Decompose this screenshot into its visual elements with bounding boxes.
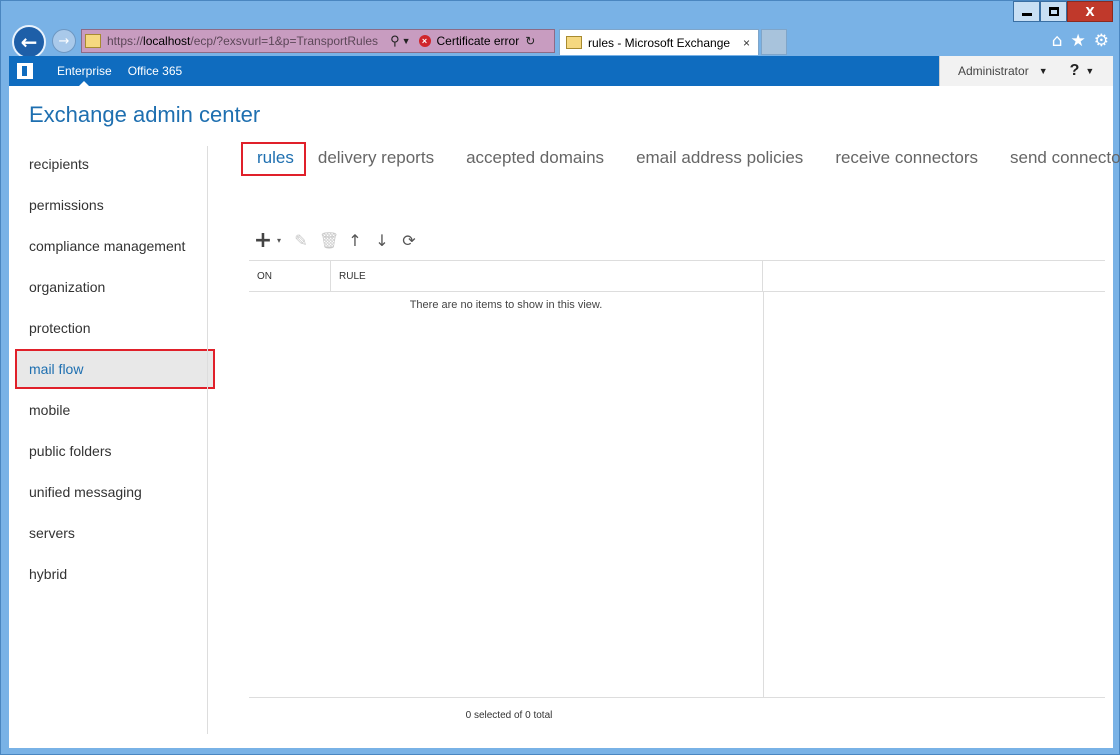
tab-email-address-policies[interactable]: email address policies (628, 142, 811, 176)
chevron-down-icon[interactable]: ▼ (1039, 66, 1048, 76)
page-title: Exchange admin center (29, 102, 261, 127)
sidebar-item-mobile[interactable]: mobile (9, 392, 209, 428)
sidebar: recipients permissions compliance manage… (9, 146, 215, 597)
url-host: localhost (143, 34, 191, 48)
trash-icon[interactable]: 🗑 (319, 231, 339, 250)
forward-button[interactable]: → (52, 29, 76, 53)
page-content: Enterprise Office 365 Administrator ▼ ? … (9, 56, 1120, 748)
url-scheme: https:// (107, 34, 144, 48)
minimize-button[interactable] (1013, 1, 1040, 22)
sidebar-item-compliance-management[interactable]: compliance management (9, 228, 209, 264)
tab-rules[interactable]: rules (241, 142, 306, 176)
sidebar-item-recipients[interactable]: recipients (9, 146, 209, 182)
empty-message: There are no items to show in this view. (409, 299, 603, 311)
window-controls: X (1013, 1, 1113, 22)
maximize-icon (1048, 7, 1059, 16)
move-up-icon[interactable]: ↑ (346, 231, 364, 250)
sidebar-item-protection[interactable]: protection (9, 310, 209, 346)
subnav-tabs: rules delivery reports accepted domains … (241, 142, 1120, 176)
tab-title: rules - Microsoft Exchange (588, 35, 731, 50)
rules-grid: ON RULE There are no items to show in th… (249, 260, 1105, 698)
chevron-down-icon[interactable]: ▾ (275, 236, 283, 245)
error-icon: × (418, 35, 431, 47)
minimize-icon (1021, 13, 1032, 16)
home-icon[interactable]: ⌂ (1052, 31, 1063, 51)
search-icon[interactable]: ⚲ (390, 33, 400, 49)
star-icon[interactable]: ★ (1071, 31, 1086, 51)
tab-delivery-reports[interactable]: delivery reports (310, 142, 442, 176)
tab-accepted-domains[interactable]: accepted domains (458, 142, 612, 176)
tab-close-icon[interactable]: × (743, 36, 750, 50)
tab-send-connectors[interactable]: send connectors (1002, 142, 1120, 176)
move-down-icon[interactable]: ↓ (373, 231, 391, 250)
selection-count: 0 selected of 0 total (465, 710, 553, 721)
grid-header: ON RULE (249, 261, 1105, 292)
favicon-icon (85, 34, 101, 48)
edit-icon[interactable]: ✎ (292, 231, 310, 250)
arrow-left-icon: ← (20, 30, 38, 54)
close-window-button[interactable]: X (1067, 1, 1113, 22)
details-pane-divider (763, 292, 764, 698)
top-navigation-bar: Enterprise Office 365 Administrator ▼ ? … (9, 56, 1113, 86)
back-button[interactable]: ← (12, 25, 46, 59)
sidebar-item-public-folders[interactable]: public folders (9, 433, 209, 469)
address-bar[interactable]: https://localhost/ecp/?exsvurl=1&p=Trans… (81, 29, 555, 53)
refresh-icon[interactable]: ⟳ (400, 231, 418, 250)
sidebar-item-permissions[interactable]: permissions (9, 187, 209, 223)
tab-favicon-icon (566, 36, 582, 49)
sidebar-item-mail-flow[interactable]: mail flow (15, 349, 215, 389)
chevron-down-icon[interactable]: ▼ (1085, 66, 1094, 76)
sidebar-divider (207, 146, 208, 734)
chevron-down-icon[interactable]: ▼ (402, 36, 411, 46)
topbar-link-office365[interactable]: Office 365 (128, 56, 182, 86)
user-name[interactable]: Administrator (958, 64, 1029, 78)
browser-toolbar-icons: ⌂ ★ ⚙ (1052, 31, 1109, 51)
browser-window: X ← → https://localhost/ecp/?exsvurl=1&p… (0, 0, 1120, 755)
add-icon[interactable]: + (251, 228, 275, 253)
maximize-button[interactable] (1040, 1, 1067, 22)
sidebar-item-hybrid[interactable]: hybrid (9, 556, 209, 592)
browser-tab[interactable]: rules - Microsoft Exchange × (559, 29, 759, 55)
topbar-link-enterprise[interactable]: Enterprise (57, 56, 112, 86)
sidebar-item-unified-messaging[interactable]: unified messaging (9, 474, 209, 510)
gear-icon[interactable]: ⚙ (1094, 31, 1109, 51)
new-tab-button[interactable] (761, 29, 787, 55)
arrow-right-icon: → (58, 33, 70, 49)
certificate-error[interactable]: Certificate error (437, 34, 520, 48)
sidebar-item-servers[interactable]: servers (9, 515, 209, 551)
grid-toolbar: + ▾ ✎ 🗑 ↑ ↓ ⟳ (251, 228, 418, 253)
url-path: /ecp/?exsvurl=1&p=TransportRules (190, 34, 379, 48)
sidebar-item-organization[interactable]: organization (9, 269, 209, 305)
help-icon[interactable]: ? (1070, 62, 1080, 80)
user-menu: Administrator ▼ ? ▼ (939, 56, 1113, 86)
column-header-on[interactable]: ON (249, 261, 331, 291)
address-url: https://localhost/ecp/?exsvurl=1&p=Trans… (107, 34, 378, 48)
column-header-rule[interactable]: RULE (331, 261, 763, 291)
refresh-icon[interactable]: ↻ (525, 34, 535, 48)
tab-receive-connectors[interactable]: receive connectors (827, 142, 986, 176)
office-logo-icon[interactable] (17, 63, 33, 79)
